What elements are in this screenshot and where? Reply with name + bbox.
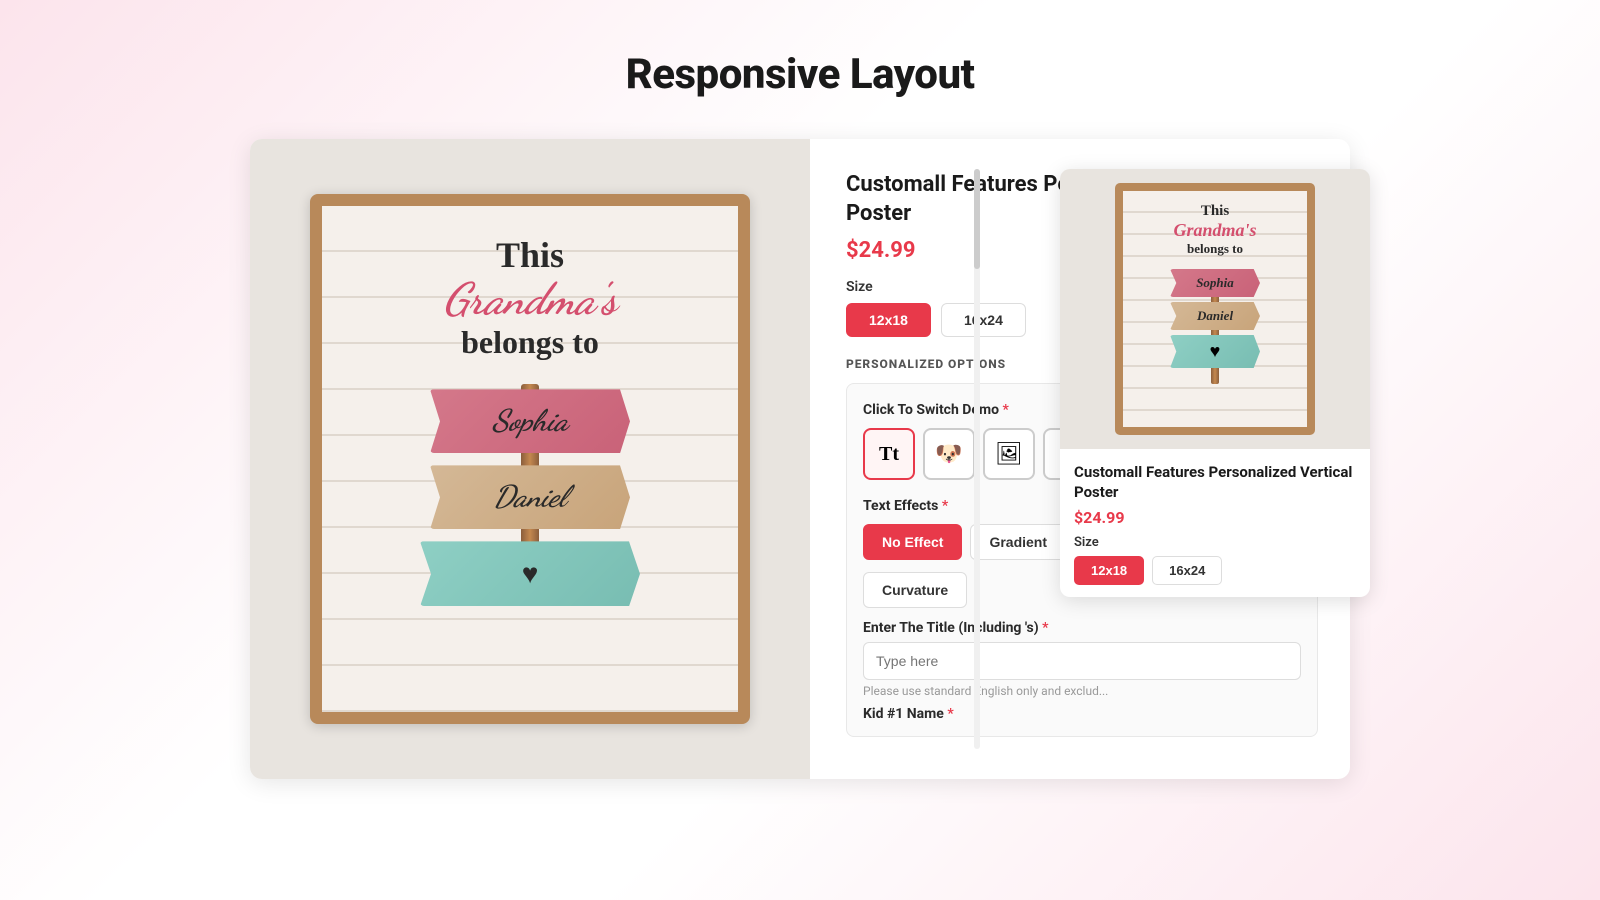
- poster-frame: This Grandma's belongs to Sophia Daniel …: [310, 194, 750, 724]
- effect-button-curvature[interactable]: Curvature: [863, 572, 967, 608]
- poster-sign-sophia: Sophia: [430, 389, 630, 453]
- title-input[interactable]: [863, 642, 1301, 680]
- preview-poster-line3: belongs to: [1187, 241, 1243, 257]
- scrollbar-thumb[interactable]: [974, 169, 980, 269]
- poster-line3: belongs to: [461, 324, 599, 361]
- kid-name-label: Kid #1 Name *: [863, 706, 1301, 722]
- preview-poster-line1: This: [1201, 203, 1229, 220]
- poster-content: This Grandma's belongs to: [342, 234, 718, 375]
- effect-button-no-effect[interactable]: No Effect: [863, 524, 962, 560]
- dog-icon: 🐶: [935, 441, 962, 467]
- poster-sign-heart: ♥: [420, 541, 640, 606]
- page-background: Responsive Layout This Grandma's belongs…: [0, 0, 1600, 900]
- size-button-12x18[interactable]: 12x18: [846, 303, 931, 337]
- preview-sign-heart: ♥: [1170, 335, 1260, 368]
- image-icon: 🖼: [995, 441, 1023, 467]
- demo-icon-image[interactable]: 🖼: [983, 428, 1035, 480]
- preview-size-button-12x18[interactable]: 12x18: [1074, 556, 1144, 585]
- demo-icon-text[interactable]: Tt: [863, 428, 915, 480]
- poster-sign-daniel: Daniel: [430, 465, 630, 529]
- preview-product-title: Customall Features Personalized Vertical…: [1074, 463, 1356, 502]
- preview-size-button-16x24[interactable]: 16x24: [1152, 556, 1222, 585]
- preview-poster-frame: This Grandma's belongs to Sophia Daniel …: [1115, 183, 1315, 435]
- title-input-label: Enter The Title (Including 's) *: [863, 620, 1301, 636]
- text-format-icon: Tt: [879, 443, 899, 466]
- size-button-16x24[interactable]: 16x24: [941, 303, 1026, 337]
- poster-line1: This: [496, 234, 564, 276]
- preview-card-image: This Grandma's belongs to Sophia Daniel …: [1060, 169, 1370, 449]
- title-hint: Please use standard English only and exc…: [863, 684, 1301, 698]
- preview-size-label: Size: [1074, 535, 1356, 550]
- product-image-column: This Grandma's belongs to Sophia Daniel …: [250, 139, 810, 779]
- preview-poster-content: This Grandma's belongs to: [1133, 203, 1297, 263]
- preview-sign-sophia: Sophia: [1170, 269, 1260, 297]
- scrollbar[interactable]: [974, 169, 980, 749]
- demo-icon-dog[interactable]: 🐶: [923, 428, 975, 480]
- page-title: Responsive Layout: [626, 50, 975, 99]
- preview-product-price: $24.99: [1074, 508, 1356, 527]
- preview-sign-daniel: Daniel: [1170, 302, 1260, 330]
- preview-size-buttons: 12x18 16x24: [1074, 556, 1356, 585]
- preview-poster-line2: Grandma's: [1173, 220, 1256, 241]
- effect-button-gradient[interactable]: Gradient: [970, 524, 1066, 560]
- preview-card: This Grandma's belongs to Sophia Daniel …: [1060, 169, 1370, 597]
- poster-line2: Grandma's: [443, 276, 617, 324]
- preview-card-info: Customall Features Personalized Vertical…: [1060, 449, 1370, 597]
